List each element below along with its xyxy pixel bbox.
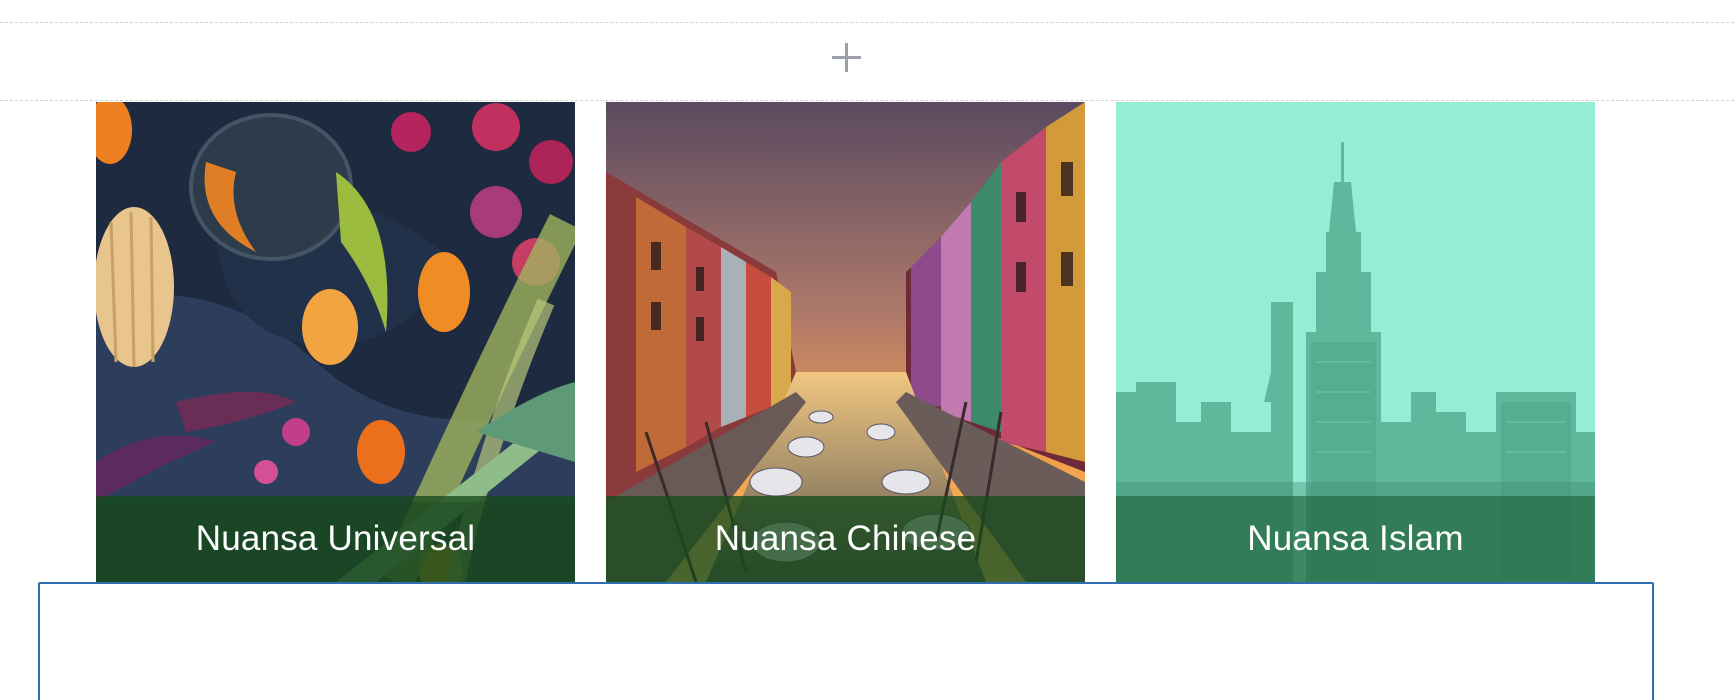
gallery-card-chinese[interactable]: Nuansa Chinese — [606, 102, 1085, 582]
card-caption-bar: Nuansa Chinese — [606, 496, 1085, 582]
gallery-card-universal[interactable]: Nuansa Universal — [96, 102, 575, 582]
add-block-button[interactable] — [828, 39, 864, 75]
selected-block-outline[interactable] — [38, 582, 1654, 700]
card-caption-bar: Nuansa Universal — [96, 496, 575, 582]
card-title: Nuansa Islam — [1247, 519, 1464, 558]
page: Nuansa Universal Nuansa Chinese Nuansa I… — [0, 0, 1734, 700]
card-title: Nuansa Chinese — [714, 519, 977, 558]
card-title: Nuansa Universal — [195, 519, 476, 558]
gallery-card-islam[interactable]: Nuansa Islam — [1116, 102, 1595, 582]
block-insert-zone — [0, 22, 1734, 101]
card-caption-bar: Nuansa Islam — [1116, 496, 1595, 582]
